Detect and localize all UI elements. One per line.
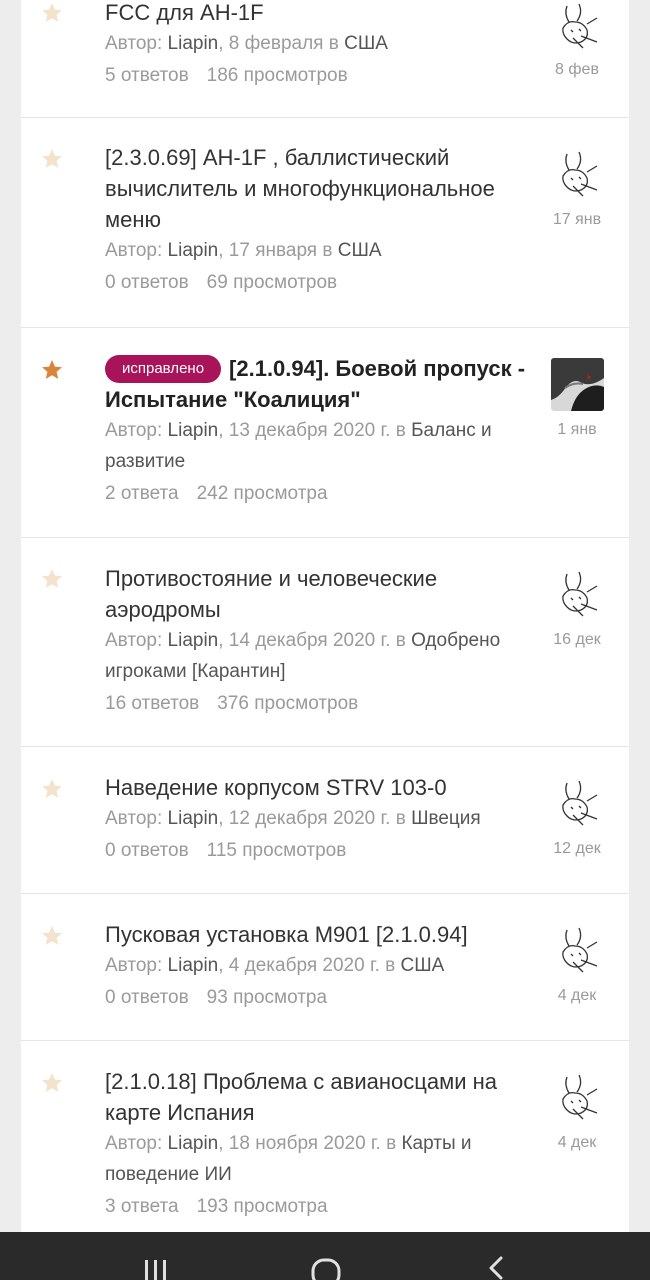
post-date: , 14 декабря 2020 г. в <box>218 630 412 651</box>
star-icon[interactable] <box>40 924 64 948</box>
author-link[interactable]: Liapin <box>168 955 219 976</box>
last-post-date: 4 дек <box>557 987 597 1004</box>
avatar[interactable] <box>550 777 604 830</box>
views-count: 69 просмотров <box>206 272 338 293</box>
topic-title[interactable]: FCC для АН-1F <box>105 0 535 28</box>
star-icon[interactable] <box>40 777 64 801</box>
views-count: 93 просмотра <box>206 987 328 1008</box>
star-icon[interactable] <box>40 358 64 382</box>
category-link[interactable]: США <box>338 240 382 261</box>
post-date: , 8 февраля в <box>218 33 345 54</box>
post-date: , 12 декабря 2020 г. в <box>218 808 412 829</box>
topic-meta: Автор: Liapin, 13 декабря 2020 г. в Бала… <box>105 415 535 477</box>
topic-stats: 2 ответа 242 просмотра <box>105 478 535 509</box>
topic-stats: 3 ответа 193 просмотра <box>105 1191 535 1222</box>
system-nav-bar <box>0 1232 650 1280</box>
topic-title[interactable]: [2.3.0.69] АН-1F , баллистический вычисл… <box>105 142 535 235</box>
topic-stats: 5 ответов 186 просмотров <box>105 60 535 91</box>
author-prefix: Автор: <box>105 808 168 829</box>
last-post-date: 16 дек <box>553 631 601 648</box>
replies-count: 5 ответов <box>105 65 189 86</box>
topic-meta: Автор: Liapin, 8 февраля в США <box>105 28 535 59</box>
topic-row: [2.1.0.18] Проблема с авианосцами на кар… <box>21 1041 629 1241</box>
status-badge: исправлено <box>105 355 222 383</box>
topic-row: Пусковая установка М901 [2.1.0.94] Автор… <box>21 894 629 1041</box>
replies-count: 0 ответов <box>105 840 189 861</box>
topic-title[interactable]: Пусковая установка М901 [2.1.0.94] <box>105 919 535 950</box>
post-date: , 18 ноября 2020 г. в <box>218 1133 402 1154</box>
avatar[interactable] <box>550 568 604 621</box>
back-icon[interactable] <box>476 1254 516 1280</box>
replies-count: 16 ответов <box>105 693 200 714</box>
post-date: , 13 декабря 2020 г. в <box>218 420 412 441</box>
avatar[interactable] <box>550 358 604 411</box>
replies-count: 2 ответа <box>105 483 179 504</box>
author-prefix: Автор: <box>105 240 168 261</box>
topic-meta: Автор: Liapin, 4 декабря 2020 г. в США <box>105 950 535 981</box>
topic-stats: 0 ответов 93 просмотра <box>105 982 535 1013</box>
topic-meta: Автор: Liapin, 12 декабря 2020 г. в Швец… <box>105 803 535 834</box>
topic-row: [2.3.0.69] АН-1F , баллистический вычисл… <box>21 118 629 328</box>
author-link[interactable]: Liapin <box>168 33 219 54</box>
topic-title[interactable]: [2.1.0.18] Проблема с авианосцами на кар… <box>105 1066 535 1128</box>
post-date: , 4 декабря 2020 г. в <box>218 955 401 976</box>
recent-apps-icon[interactable] <box>136 1254 176 1280</box>
topic-stats: 0 ответов 115 просмотров <box>105 835 535 866</box>
author-link[interactable]: Liapin <box>168 1133 219 1154</box>
home-icon[interactable] <box>306 1254 346 1280</box>
replies-count: 0 ответов <box>105 987 189 1008</box>
topic-row: Противостояние и человеческие аэродромы … <box>21 538 629 747</box>
author-link[interactable]: Liapin <box>168 808 219 829</box>
author-prefix: Автор: <box>105 33 168 54</box>
replies-count: 0 ответов <box>105 272 189 293</box>
avatar[interactable] <box>550 924 604 977</box>
star-icon[interactable] <box>40 1 64 25</box>
views-count: 242 просмотра <box>196 483 328 504</box>
topic-meta: Автор: Liapin, 17 января в США <box>105 235 535 266</box>
star-icon[interactable] <box>40 567 64 591</box>
views-count: 193 просмотра <box>196 1196 328 1217</box>
star-icon[interactable] <box>40 1071 64 1095</box>
last-post-date: 8 фев <box>555 61 599 78</box>
author-prefix: Автор: <box>105 955 168 976</box>
avatar[interactable] <box>550 0 604 53</box>
topic-row: исправлено [2.1.0.94]. Боевой пропуск - И… <box>21 328 629 538</box>
avatar[interactable] <box>550 148 604 201</box>
category-link[interactable]: Швеция <box>411 808 481 829</box>
author-prefix: Автор: <box>105 630 168 651</box>
last-post-date: 17 янв <box>552 211 602 228</box>
topic-title[interactable]: исправлено [2.1.0.94]. Боевой пропуск - И… <box>105 353 535 415</box>
post-date: , 17 января в <box>218 240 338 261</box>
topic-title[interactable]: Наведение корпусом STRV 103-0 <box>105 772 535 803</box>
author-link[interactable]: Liapin <box>168 420 219 441</box>
views-count: 376 просмотров <box>217 693 359 714</box>
category-link[interactable]: США <box>344 33 388 54</box>
author-link[interactable]: Liapin <box>168 630 219 651</box>
author-prefix: Автор: <box>105 1133 168 1154</box>
avatar[interactable] <box>550 1071 604 1124</box>
last-post-date: 12 дек <box>553 840 601 857</box>
topic-meta: Автор: Liapin, 18 ноября 2020 г. в Карты… <box>105 1128 535 1190</box>
topic-stats: 0 ответов 69 просмотров <box>105 267 535 298</box>
author-prefix: Автор: <box>105 420 168 441</box>
topic-meta: Автор: Liapin, 14 декабря 2020 г. в Одоб… <box>105 625 535 687</box>
category-link[interactable]: США <box>401 955 445 976</box>
topic-stats: 16 ответов 376 просмотров <box>105 688 535 719</box>
star-icon[interactable] <box>40 147 64 171</box>
topic-list: FCC для АН-1F Автор: Liapin, 8 февраля в… <box>21 0 629 1241</box>
topic-title[interactable]: Противостояние и человеческие аэродромы <box>105 563 535 625</box>
views-count: 115 просмотров <box>206 840 347 861</box>
replies-count: 3 ответа <box>105 1196 179 1217</box>
views-count: 186 просмотров <box>206 65 348 86</box>
topic-row: Наведение корпусом STRV 103-0 Автор: Lia… <box>21 747 629 894</box>
last-post-date: 1 янв <box>557 421 597 438</box>
topic-row: FCC для АН-1F Автор: Liapin, 8 февраля в… <box>21 0 629 118</box>
last-post-date: 4 дек <box>557 1134 597 1151</box>
author-link[interactable]: Liapin <box>168 240 219 261</box>
